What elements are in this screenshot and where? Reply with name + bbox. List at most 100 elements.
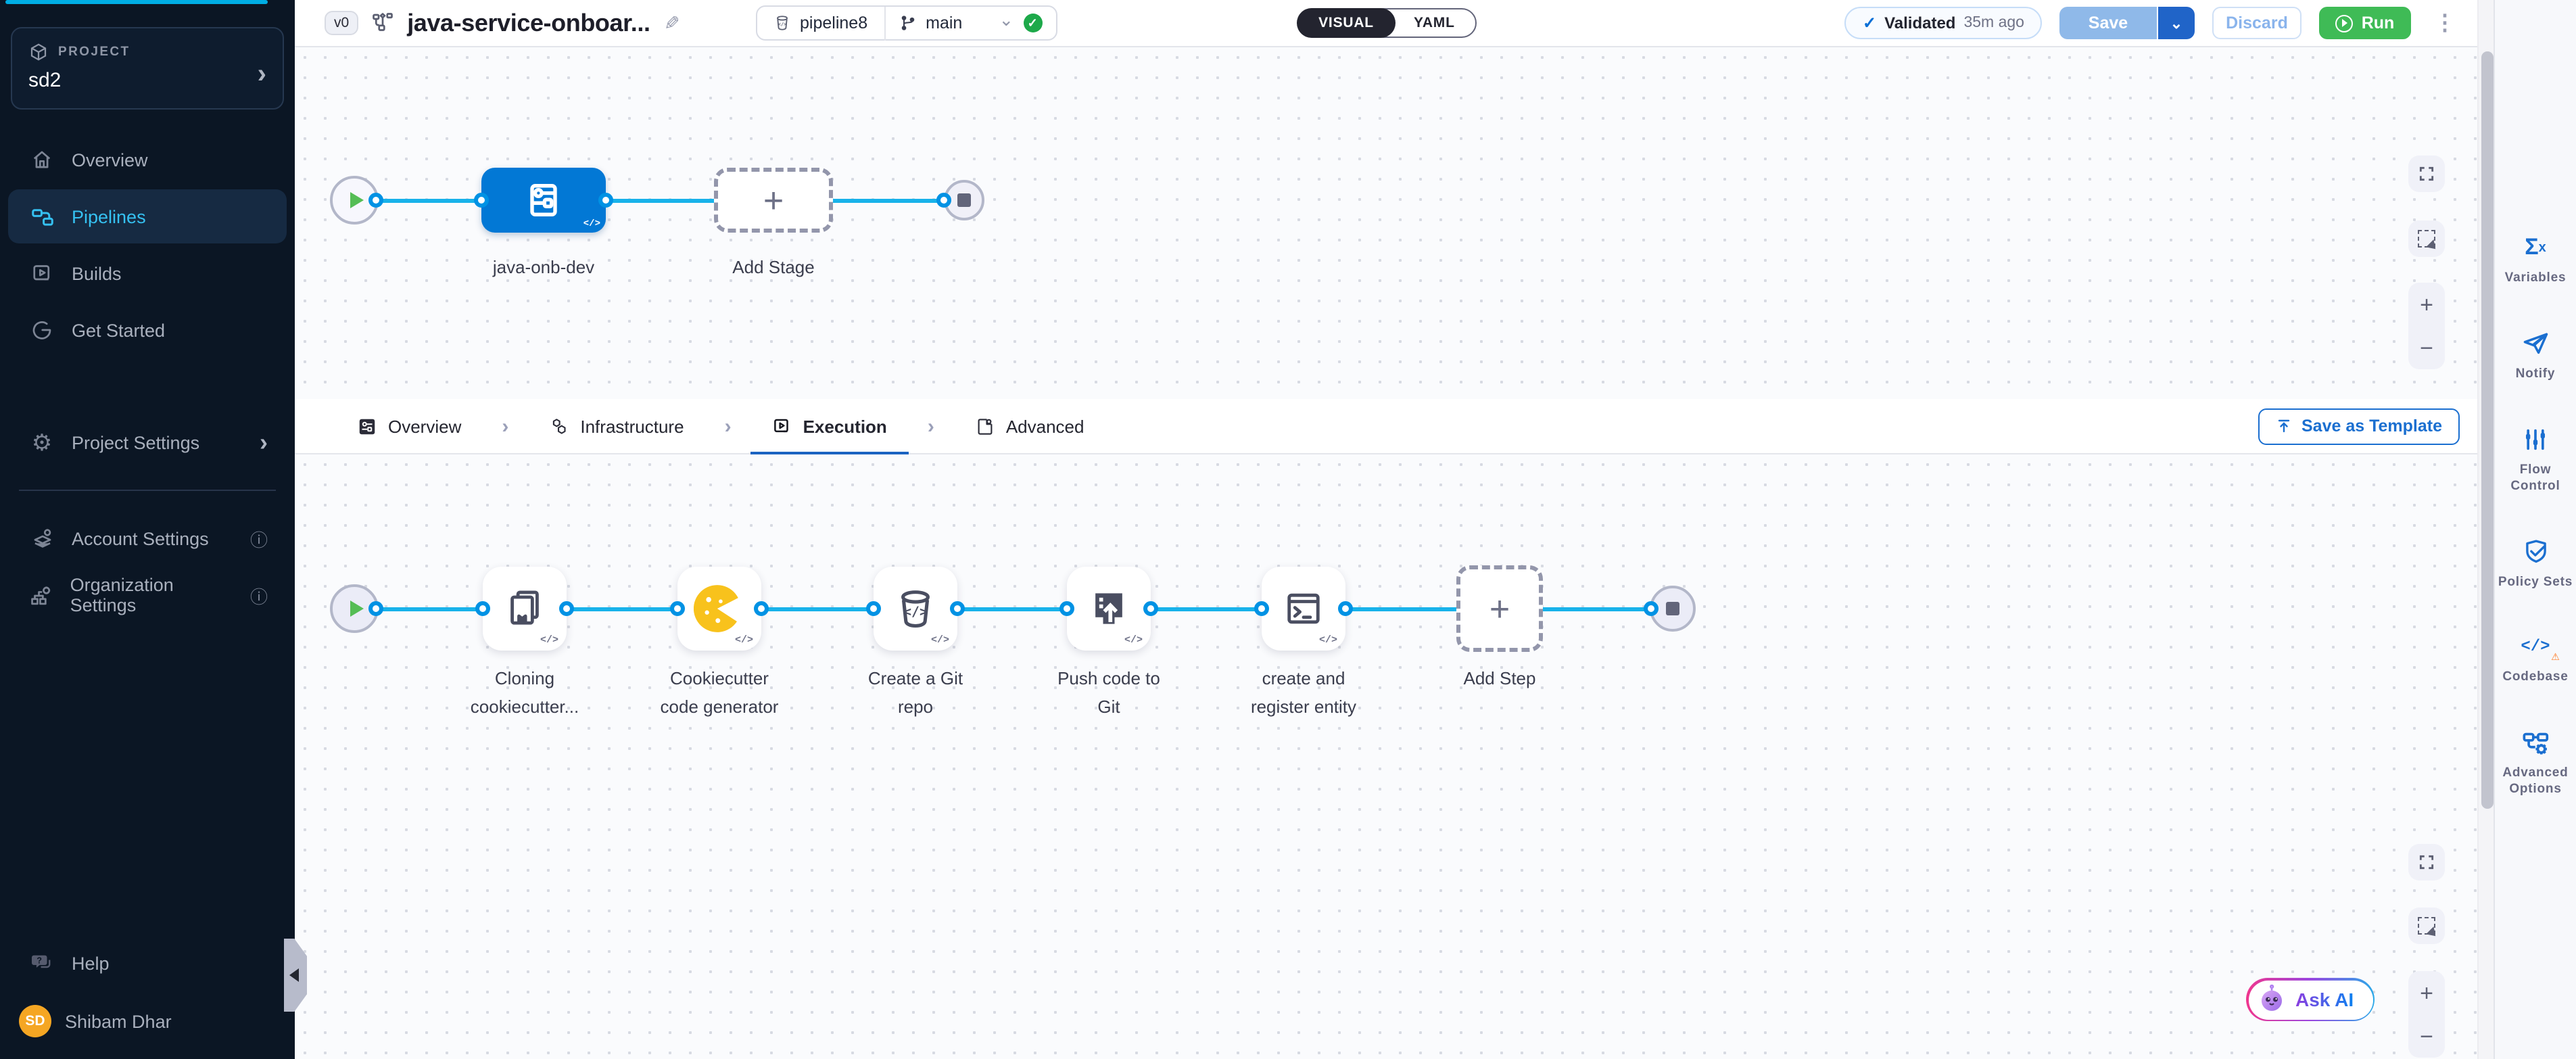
sidebar-item-label: Builds (72, 263, 122, 283)
zoom-out-button[interactable]: − (2420, 336, 2433, 359)
tab-execution[interactable]: Execution (750, 398, 909, 454)
connector-port[interactable] (475, 601, 490, 616)
user-profile[interactable]: SD Shibam Dhar (0, 991, 295, 1051)
ask-ai-button[interactable]: Ask AI (2246, 978, 2375, 1021)
zoom-in-button[interactable]: + (2420, 293, 2433, 316)
step-create-git-repo[interactable]: </> </> (874, 567, 957, 651)
execution-canvas[interactable]: </> Cloning cookiecutter... </> Cookiecu… (295, 454, 2477, 1059)
app-screen: PROJECT sd2 › Overview Pipelines (0, 0, 2576, 1059)
save-as-template-button[interactable]: Save as Template (2258, 408, 2460, 444)
add-stage-label[interactable]: Add Stage (672, 253, 875, 281)
sidebar-item-label: Pipelines (72, 206, 146, 227)
step-push-code-to-git[interactable]: </> (1067, 567, 1151, 651)
step-cloning-cookiecutter[interactable]: </> (483, 567, 567, 651)
project-selector[interactable]: PROJECT sd2 › (11, 27, 284, 110)
rail-item-flow-control[interactable]: Flow Control (2496, 425, 2575, 495)
zoom-controls: + − (2408, 971, 2445, 1058)
rail-item-advanced-options[interactable]: Advanced Options (2496, 728, 2575, 799)
stage-canvas[interactable]: </> java-onb-dev + Add Stage + − (295, 47, 2477, 399)
marquee-select-button[interactable] (2408, 908, 2445, 944)
overview-tab-icon (357, 416, 377, 436)
svg-text:</>: </> (778, 21, 786, 27)
connector-port[interactable] (936, 193, 951, 208)
connector-port[interactable] (1338, 601, 1353, 616)
stage-label[interactable]: java-onb-dev (442, 253, 645, 281)
step-create-register-entity[interactable]: </> (1262, 567, 1345, 651)
terminal-icon (1281, 586, 1327, 632)
discard-button[interactable]: Discard (2212, 7, 2301, 39)
user-name: Shibam Dhar (65, 1011, 172, 1031)
save-dropdown-button[interactable]: ⌄ (2157, 7, 2195, 39)
connector-port[interactable] (866, 601, 881, 616)
avatar: SD (19, 1005, 51, 1037)
connector-port[interactable] (1059, 601, 1074, 616)
rail-item-policy-sets[interactable]: Policy Sets (2498, 536, 2573, 590)
tab-overview[interactable]: Overview (335, 398, 483, 454)
chevron-right-icon: › (725, 415, 732, 438)
validated-badge[interactable]: ✓ Validated 35m ago (1845, 7, 2042, 39)
connector-port[interactable] (670, 601, 685, 616)
sidebar-item-label: Organization Settings (70, 575, 235, 615)
sidebar-divider (19, 490, 276, 491)
step-label[interactable]: Cloning cookiecutter... (423, 664, 626, 721)
connector-port[interactable] (598, 193, 613, 208)
connector-port[interactable] (474, 193, 489, 208)
connector-port[interactable] (368, 193, 383, 208)
kebab-menu-icon[interactable]: ⋮ (2429, 9, 2461, 37)
connector-port[interactable] (950, 601, 965, 616)
connector-port[interactable] (368, 601, 383, 616)
tab-infrastructure[interactable]: Infrastructure (527, 398, 705, 454)
tab-label: Execution (803, 416, 887, 436)
info-icon: ⓘ (250, 525, 268, 551)
branch-select[interactable]: main ⌄ ✓ (885, 14, 1055, 32)
connector-port[interactable] (754, 601, 769, 616)
toggle-yaml[interactable]: YAML (1393, 8, 1475, 38)
add-stage-button[interactable]: + (714, 168, 833, 233)
run-button[interactable]: Run (2319, 7, 2411, 39)
help-chat-icon: ? (27, 951, 57, 975)
step-label[interactable]: Create a Git repo (814, 664, 1017, 721)
rail-item-variables[interactable]: Σx Variables (2505, 233, 2567, 287)
add-step-label[interactable]: Add Step (1398, 664, 1601, 692)
sidebar-item-pipelines[interactable]: Pipelines (8, 189, 287, 243)
edit-pencil-icon[interactable]: ✎ (664, 11, 679, 34)
zoom-out-button[interactable]: − (2420, 1025, 2433, 1048)
pipeline-select[interactable]: </> pipeline8 (757, 14, 884, 32)
stage-node-java-onb-dev[interactable]: </> (481, 168, 606, 233)
tab-label: Infrastructure (580, 416, 684, 436)
sidebar-item-overview[interactable]: Overview (8, 133, 287, 187)
sidebar-item-builds[interactable]: Builds (8, 246, 287, 300)
tab-advanced[interactable]: Advanced (953, 398, 1106, 454)
sidebar-item-get-started[interactable]: Get Started (8, 303, 287, 357)
fullscreen-button[interactable] (2408, 156, 2445, 192)
connector-port[interactable] (1143, 601, 1158, 616)
save-button[interactable]: Save (2059, 7, 2157, 39)
step-label-line2: code generator (618, 692, 821, 721)
connector-port[interactable] (1644, 601, 1659, 616)
step-cookiecutter-generator[interactable]: </> (677, 567, 761, 651)
step-label[interactable]: Cookiecutter code generator (618, 664, 821, 721)
rail-item-notify[interactable]: Notify (2516, 329, 2556, 383)
rail-item-codebase[interactable]: </> ⚠ Codebase (2502, 632, 2568, 686)
sidebar-item-project-settings[interactable]: ⚙ Project Settings › (8, 415, 287, 469)
tab-label: Advanced (1006, 416, 1084, 436)
home-icon (27, 147, 57, 172)
marquee-select-button[interactable] (2408, 220, 2445, 257)
sidebar-item-account-settings[interactable]: Account Settings ⓘ (8, 511, 287, 565)
sidebar-item-organization-settings[interactable]: Organization Settings ⓘ (8, 568, 287, 622)
toggle-visual[interactable]: VISUAL (1297, 8, 1396, 38)
connector-port[interactable] (559, 601, 574, 616)
zoom-in-button[interactable]: + (2420, 981, 2433, 1004)
step-label-line1: Push code to (1007, 664, 1210, 692)
step-label[interactable]: Push code to Git (1007, 664, 1210, 721)
connector-port[interactable] (1254, 601, 1269, 616)
add-step-button[interactable]: + (1456, 565, 1543, 652)
sidebar-item-label: Overview (72, 149, 148, 170)
fullscreen-button[interactable] (2408, 844, 2445, 880)
svg-text:</>: </> (903, 604, 928, 619)
sidebar-item-help[interactable]: ? Help (8, 936, 287, 990)
sidebar-spacer (0, 623, 295, 935)
vertical-scrollbar[interactable] (2477, 0, 2494, 1059)
scrollbar-thumb[interactable] (2481, 51, 2493, 809)
step-label[interactable]: create and register entity (1202, 664, 1405, 721)
